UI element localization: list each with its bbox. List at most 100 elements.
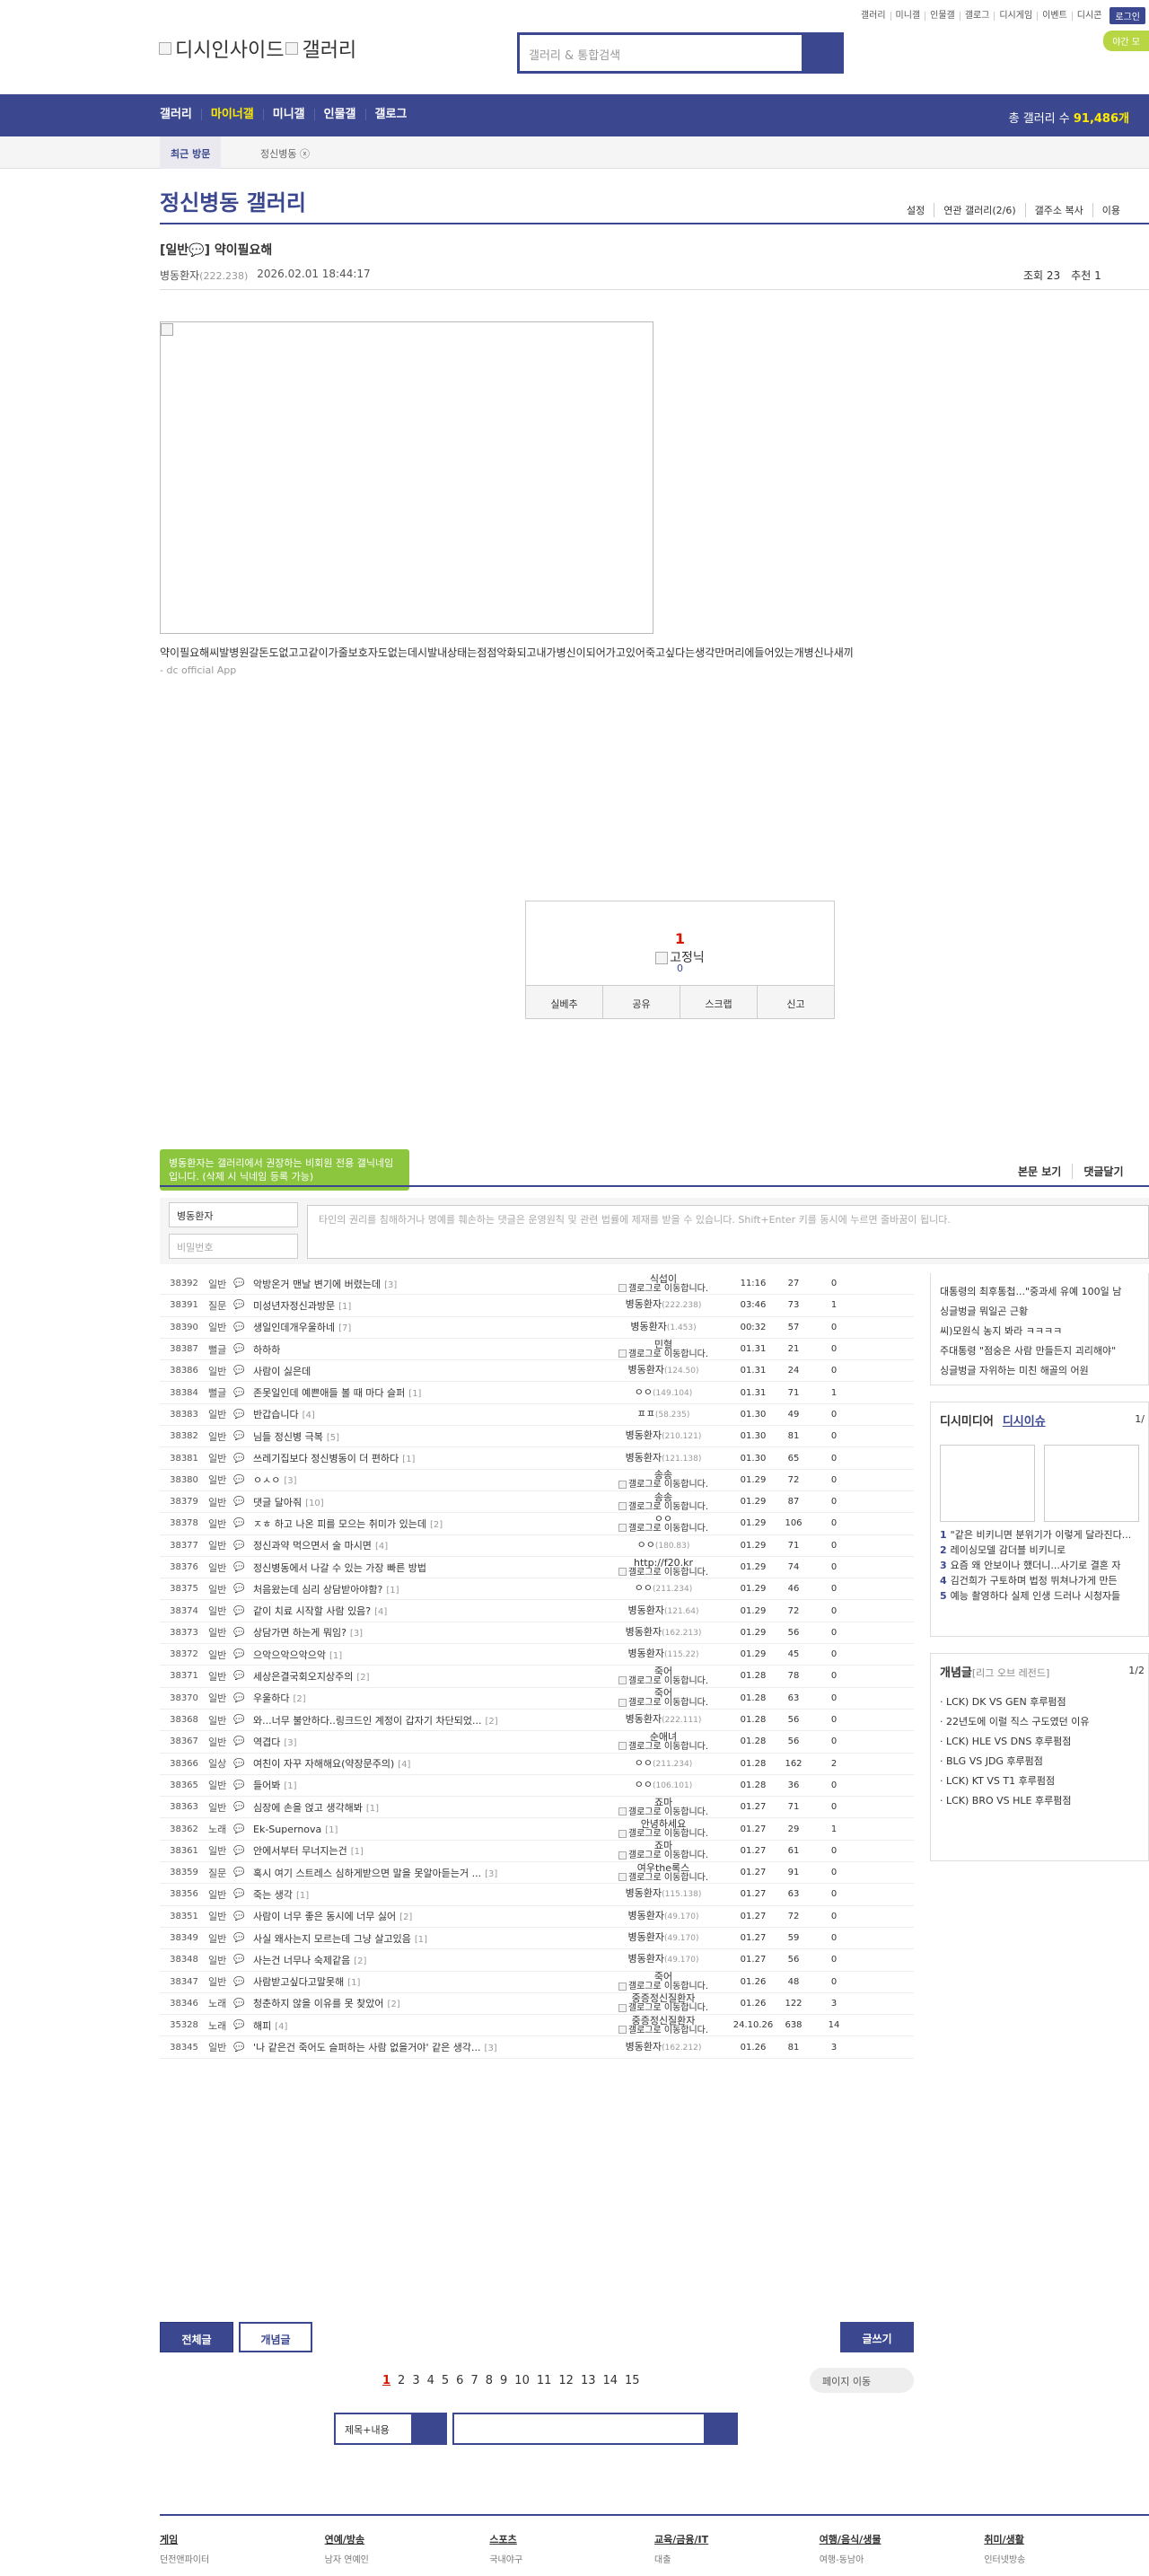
post-writer[interactable]: 병동환자(162.212) — [596, 2042, 731, 2053]
gallery-title[interactable]: 정신병동 갤러리 — [160, 185, 306, 216]
nav-item-minor[interactable]: 마이너갤 — [200, 109, 263, 120]
post-title-link[interactable]: 반갑습니다 [4] — [246, 1407, 596, 1421]
footer-category-link[interactable]: 연예/방송 — [325, 2532, 490, 2546]
recent-visit-tab[interactable]: 최근 방문 — [160, 136, 222, 169]
post-title-link[interactable]: 안에서부터 무너지는건 [1] — [246, 1843, 596, 1858]
recent-visit-item[interactable]: 정신병동 ⓧ — [260, 146, 310, 161]
table-row[interactable]: 35328 노래 💬 해피 [4] 중증정신질환자 갤로그로 이동합니다. 24.10.26 6… — [160, 2015, 914, 2037]
tab-dc-media[interactable]: 디시미디어 — [940, 1411, 994, 1429]
post-writer[interactable]: 병동환자(49.170) — [596, 1911, 731, 1922]
footer-category-link[interactable]: 게임 — [160, 2532, 325, 2546]
post-title-link[interactable]: 여친이 자꾸 자해해요(약장문주의) [4] — [246, 1756, 596, 1771]
nav-item-gallog[interactable]: 갤로그 — [364, 109, 417, 120]
add-comment-link[interactable]: 댓글달기 — [1072, 1164, 1134, 1179]
post-title-link[interactable]: 사람이 너무 좋은 동시에 너무 싫어 [2] — [246, 1909, 596, 1923]
page-link[interactable]: 8 — [486, 2374, 493, 2387]
table-row[interactable]: 38362 노래 💬 Ek-Supernova [1] 안녕하세요 갤로그로 이동합니다. 0… — [160, 1818, 914, 1841]
post-writer[interactable]: 죽어 갤로그로 이동합니다. — [596, 1688, 731, 1708]
util-link-persongal[interactable]: 인물갤 — [925, 11, 960, 21]
related-gallery-link[interactable]: 연관 갤러리(2/6) — [934, 203, 1024, 217]
post-writer[interactable]: 병동환자(222.238) — [160, 268, 248, 283]
post-writer[interactable]: 죽어 갤로그로 이동합니다. — [596, 1972, 731, 1991]
table-row[interactable]: 38345 일반 💬 '나 같은건 죽어도 슬퍼하는 사람 없을거야' 같은 생각..… — [160, 2036, 914, 2059]
post-title-link[interactable]: 생일인데개우울하네 [7] — [246, 1320, 596, 1334]
news-item[interactable]: 주대통령 "점숭은 사람 만들든지 괴리해야" — [940, 1341, 1139, 1361]
post-writer[interactable]: 죠마 갤로그로 이동합니다. — [596, 1798, 731, 1817]
reply-count[interactable]: [1] — [284, 1781, 296, 1791]
news-item[interactable]: 싱글벙글 자위하는 미친 해골의 어원 — [940, 1361, 1139, 1381]
post-title-link[interactable]: 정신병동에서 나갈 수 있는 가장 빠른 방법 — [246, 1561, 596, 1575]
media-item[interactable]: 3 요즘 왜 안보이나 했더니...사기로 결혼 자 — [940, 1558, 1139, 1573]
reply-count[interactable]: [1] — [347, 1978, 360, 1988]
reply-count[interactable]: [5] — [327, 1433, 339, 1443]
gallog-link[interactable]: 갤로그로 이동합니다. — [596, 1982, 731, 1991]
reply-count[interactable]: [3] — [384, 1280, 397, 1290]
post-writer[interactable]: 병동환자(121.138) — [596, 1453, 731, 1464]
media-item[interactable]: 4 김건희가 구토하며 법정 뛰쳐나가게 만든 — [940, 1573, 1139, 1588]
footer-sub-link[interactable]: 대출 — [654, 2552, 820, 2565]
view-body-link[interactable]: 본문 보기 — [1007, 1164, 1072, 1179]
nav-item-gallery[interactable]: 갤러리 — [160, 109, 201, 120]
page-link[interactable]: 7 — [470, 2374, 478, 2387]
page-link[interactable]: 9 — [500, 2374, 507, 2387]
page-link[interactable]: 4 — [427, 2374, 434, 2387]
media-item[interactable]: 5 예능 촬영하다 실제 인생 드러나 시청자들 — [940, 1588, 1139, 1604]
post-title-link[interactable]: 악방온거 맨날 변기에 버렸는데 [3] — [246, 1277, 596, 1291]
news-item[interactable]: 싱글벙글 뭐일곤 근황 — [940, 1302, 1139, 1322]
post-writer[interactable]: ㅇㅇ(211.234) — [596, 1758, 731, 1770]
login-button[interactable]: 로그인 — [1110, 7, 1145, 24]
reply-count[interactable]: [1] — [351, 1847, 364, 1857]
post-title-link[interactable]: Ek-Supernova [1] — [246, 1824, 596, 1835]
write-button[interactable]: 글쓰기 — [840, 2322, 914, 2352]
reply-count[interactable]: [1] — [325, 1825, 338, 1835]
search-button[interactable] — [802, 35, 841, 71]
post-title-link[interactable]: 하하하 — [246, 1342, 596, 1357]
post-title-link[interactable]: 정신과약 먹으면서 술 마시면 [4] — [246, 1538, 596, 1552]
post-writer[interactable]: 식섭이 갤로그로 이동합니다. — [596, 1274, 731, 1294]
concept-item[interactable]: · 22년도에 이럴 직스 구도였던 이유 — [940, 1712, 1139, 1732]
post-title-link[interactable]: 사는건 너무나 숙제같음 [2] — [246, 1953, 596, 1967]
page-link[interactable]: 13 — [581, 2374, 596, 2387]
nav-item-person[interactable]: 인물갤 — [313, 109, 365, 120]
comment-password-field[interactable]: 비밀번호 — [169, 1234, 298, 1259]
comment-name-field[interactable]: 병동환자 — [169, 1202, 298, 1227]
table-row[interactable]: 38349 일반 💬 사실 왜사는지 모르는데 그냥 살고있음 [1] 병동환자(49.1… — [160, 1928, 914, 1950]
table-row[interactable]: 38348 일반 💬 사는건 너무나 숙제같음 [2] 병동환자(49.170) 01.27… — [160, 1949, 914, 1972]
post-writer[interactable]: ㅇㅇ 갤로그로 이동합니다. — [596, 1514, 731, 1534]
post-writer[interactable]: 병동환자(49.170) — [596, 1932, 731, 1944]
gallog-link[interactable]: 갤로그로 이동합니다. — [596, 1480, 731, 1490]
table-row[interactable]: 38368 일반 💬 와...너무 불안하다..링크드인 계정이 갑자기 차단되었..… — [160, 1710, 914, 1732]
footer-category-link[interactable]: 교육/금융/IT — [654, 2532, 820, 2546]
post-writer[interactable]: 병동환자(121.64) — [596, 1605, 731, 1617]
reply-count[interactable]: [2] — [388, 2000, 400, 2009]
util-link-minigal[interactable]: 미니갤 — [890, 11, 925, 21]
reply-count[interactable]: [2] — [430, 1520, 443, 1530]
table-row[interactable]: 38367 일반 💬 역겹다 [3] 순애녀 갤로그로 이동합니다. 01.28 56 0 — [160, 1731, 914, 1754]
post-title-link[interactable]: 사람받고싶다고말못해 [1] — [246, 1974, 596, 1989]
post-title-link[interactable]: 미성년자정신과방문 [1] — [246, 1298, 596, 1313]
post-title-link[interactable]: 들어봐 [1] — [246, 1778, 596, 1792]
post-writer[interactable]: 병동환자(49.170) — [596, 1954, 731, 1965]
footer-sub-link[interactable]: 여행-동남아 — [820, 2552, 985, 2565]
gallog-link[interactable]: 갤로그로 이동합니다. — [596, 1851, 731, 1860]
util-link-dccon[interactable]: 디시콘 — [1071, 11, 1107, 21]
reply-count[interactable]: [3] — [284, 1476, 296, 1486]
post-title-link[interactable]: 와...너무 불안하다..링크드인 계정이 갑자기 차단되었... [2] — [246, 1713, 596, 1728]
table-row[interactable]: 38351 일반 💬 사람이 너무 좋은 동시에 너무 싫어 [2] 병동환자(49.17… — [160, 1906, 914, 1928]
post-title-link[interactable]: 청춘하지 않을 이유를 못 찾았어 [2] — [246, 1996, 596, 2010]
gallog-link[interactable]: 갤로그로 이동합니다. — [596, 1502, 731, 1512]
post-title-link[interactable]: 세상은결국회오지상주의 [2] — [246, 1669, 596, 1684]
table-row[interactable]: 38359 질문 💬 혹시 여기 스트레스 심하게받으면 말을 못알아듣는거 ...[… — [160, 1862, 914, 1885]
concept-item[interactable]: · BLG VS JDG 후루펌점 — [940, 1752, 1139, 1772]
reply-count[interactable]: [2] — [293, 1694, 305, 1704]
page-link[interactable]: 2 — [398, 2374, 405, 2387]
reply-count[interactable]: [1] — [408, 1389, 421, 1399]
table-row[interactable]: 38366 일상 💬 여친이 자꾸 자해해요(약장문주의) [4] ㅇㅇ(211.234)… — [160, 1754, 914, 1775]
post-writer[interactable]: 병동환자(124.50) — [596, 1365, 731, 1376]
post-title-link[interactable]: 같이 치료 시작할 사람 있음? [4] — [246, 1604, 596, 1618]
post-writer[interactable]: 병동환자(115.138) — [596, 1888, 731, 1900]
post-title-link[interactable]: 사실 왜사는지 모르는데 그냥 살고있음 [1] — [246, 1931, 596, 1946]
tab-dc-issue[interactable]: 디시이슈 — [1003, 1411, 1046, 1429]
reply-count[interactable]: [10] — [305, 1499, 324, 1508]
table-row[interactable]: 38371 일반 💬 세상은결국회오지상주의 [2] 죽어 갤로그로 이동합니다. 01.28… — [160, 1666, 914, 1688]
